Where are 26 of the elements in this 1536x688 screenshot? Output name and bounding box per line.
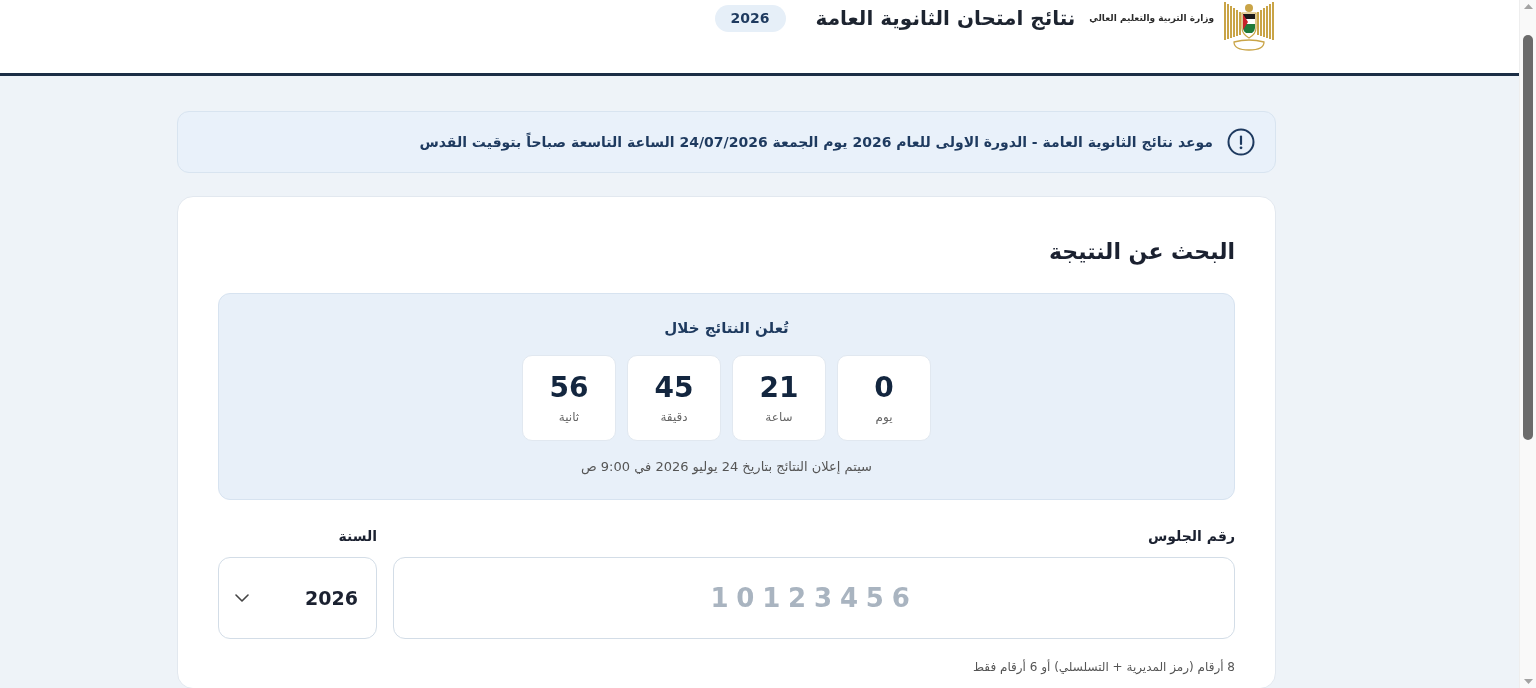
seat-number-label: رقم الجلوس [1146, 527, 1235, 546]
ministry-name: وزارة التربية والتعليم العالي [1089, 12, 1214, 26]
card-title: البحث عن النتيجة [1048, 238, 1235, 267]
seat-number-field[interactable]: 10123456 [393, 557, 1235, 639]
countdown-title: تُعلن النتائج خلال [663, 318, 790, 339]
scrollbar-thumb[interactable] [1523, 35, 1533, 440]
year-label: السنة [337, 527, 377, 546]
countdown-unit: دقيقة [660, 409, 688, 425]
year-badge: 2026 [714, 5, 786, 32]
countdown-unit: يوم [875, 409, 893, 425]
countdown-value: 56 [549, 371, 589, 405]
chevron-down-icon [235, 594, 249, 602]
countdown-value: 21 [759, 371, 799, 405]
scroll-up-icon[interactable] [1523, 4, 1533, 9]
scroll-down-icon[interactable] [1523, 679, 1533, 684]
notice-text: موعد نتائج الثانوية العامة - الدورة الاولى للعام 2026 يوم الجمعة 24/07/2026 الساعة التاسعة صباحاً بتوقيت القدس [419, 134, 1213, 150]
countdown-unit: ساعة [765, 409, 793, 425]
announcement-note: سيتم إعلان النتائج بتاريخ 24 يوليو 2026 في 9:00 ص [580, 458, 873, 477]
info-icon [1227, 128, 1255, 156]
seat-number-hint: 8 أرقام (رمز المديرية + التسلسلي) أو 6 أرقام فقط [971, 658, 1235, 676]
year-select[interactable]: 2026 [218, 557, 377, 639]
scrollbar[interactable] [1519, 0, 1536, 688]
page-title: نتائج امتحان الثانوية العامة [815, 5, 1076, 32]
countdown-value: 45 [654, 371, 694, 405]
countdown-unit: ثانية [558, 409, 580, 425]
countdown-value: 0 [874, 371, 894, 405]
